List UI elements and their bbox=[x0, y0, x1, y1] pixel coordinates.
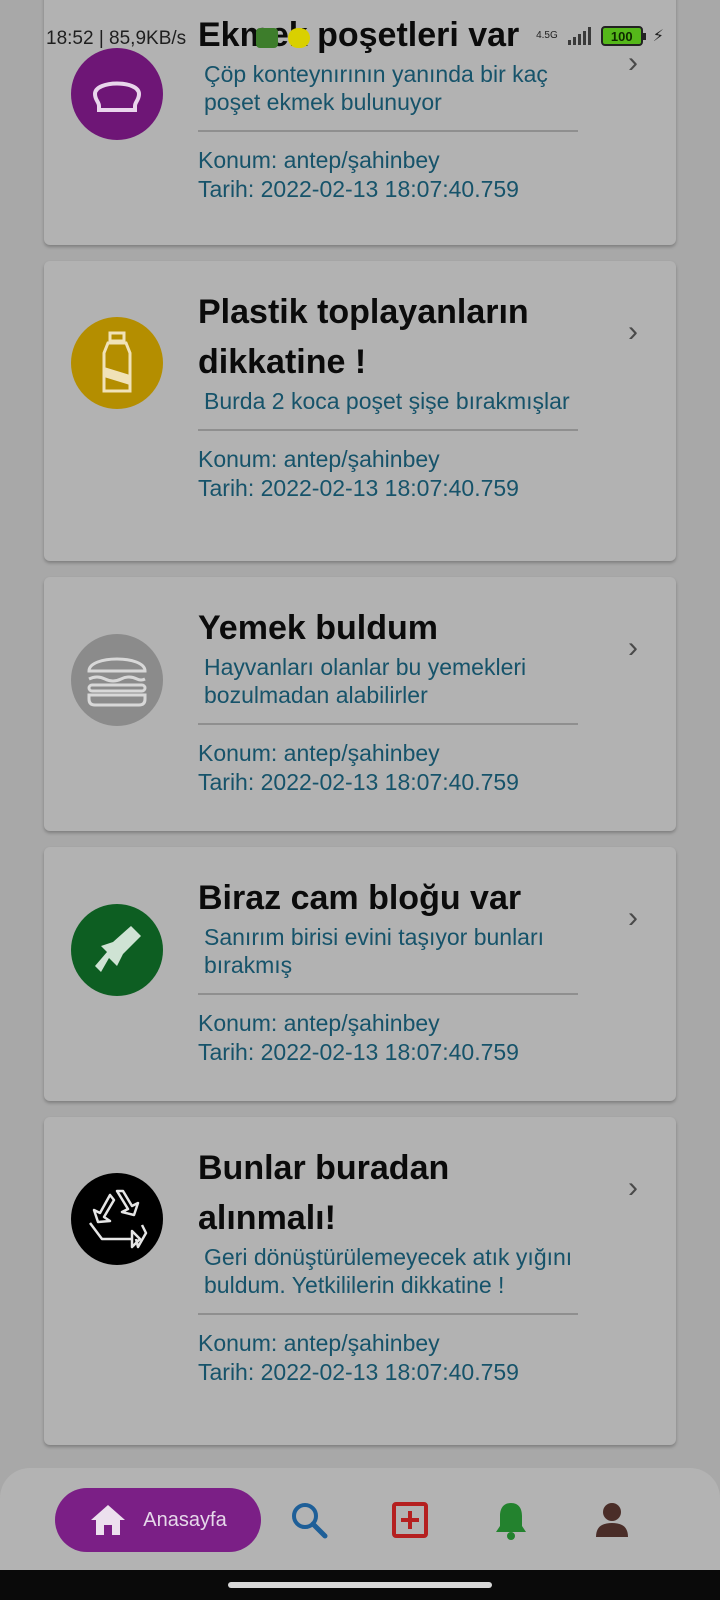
chevron-right-icon[interactable]: › bbox=[628, 631, 638, 665]
nav-profile-button[interactable] bbox=[587, 1495, 637, 1545]
post-date: Tarih: 2022-02-13 18:07:40.759 bbox=[198, 475, 519, 501]
divider bbox=[198, 429, 578, 431]
post-location: Konum: antep/şahinbey bbox=[198, 1330, 440, 1356]
post-description: Hayvanları olanlar bu yemekleri bozulmad… bbox=[204, 654, 527, 708]
plastic-bottle-icon bbox=[71, 317, 163, 409]
post-card[interactable]: Biraz cam bloğu var Sanırım birisi evini… bbox=[44, 847, 676, 1101]
search-icon bbox=[292, 1503, 328, 1539]
post-date: Tarih: 2022-02-13 18:07:40.759 bbox=[198, 769, 519, 795]
post-date: Tarih: 2022-02-13 18:07:40.759 bbox=[198, 1359, 519, 1385]
post-description: Sanırım birisi evini taşıyor bunları bır… bbox=[204, 924, 545, 978]
post-card[interactable]: Plastik toplayanların dikkatine ! Burda … bbox=[44, 261, 676, 561]
post-date: Tarih: 2022-02-13 18:07:40.759 bbox=[198, 176, 519, 202]
post-description: Geri dönüştürülemeyecek atık yığını buld… bbox=[204, 1244, 573, 1298]
bread-icon bbox=[71, 48, 163, 140]
post-card[interactable]: Bunlar buradan alınmalı! Geri dönüştürül… bbox=[44, 1117, 676, 1445]
post-description: Burda 2 koca poşet şişe bırakmışlar bbox=[204, 388, 570, 414]
post-feed[interactable]: Ekmek poşetleri var Çöp konteynırının ya… bbox=[0, 0, 720, 1460]
post-card[interactable]: Yemek buldum Hayvanları olanlar bu yemek… bbox=[44, 577, 676, 831]
profile-icon bbox=[596, 1503, 628, 1537]
home-indicator[interactable] bbox=[228, 1582, 492, 1588]
chevron-right-icon[interactable]: › bbox=[628, 901, 638, 935]
divider bbox=[198, 130, 578, 132]
post-date: Tarih: 2022-02-13 18:07:40.759 bbox=[198, 1039, 519, 1065]
divider bbox=[198, 993, 578, 995]
nav-notifications-button[interactable] bbox=[486, 1495, 536, 1545]
post-card[interactable]: Ekmek poşetleri var Çöp konteynırının ya… bbox=[44, 0, 676, 245]
bottom-navigation: Anasayfa bbox=[0, 1468, 720, 1570]
chevron-right-icon[interactable]: › bbox=[628, 1171, 638, 1205]
notifications-icon bbox=[496, 1503, 526, 1540]
add-icon bbox=[392, 1502, 428, 1538]
post-description: Çöp konteynırının yanında bir kaç poşet … bbox=[204, 61, 548, 115]
chevron-right-icon[interactable]: › bbox=[628, 315, 638, 349]
post-title: Yemek buldum bbox=[198, 609, 438, 647]
post-title: Bunlar buradan alınmalı! bbox=[198, 1149, 450, 1237]
post-title: Biraz cam bloğu var bbox=[198, 879, 522, 917]
system-gesture-bar bbox=[0, 1570, 720, 1600]
post-title: Ekmek poşetleri var bbox=[198, 16, 520, 54]
post-location: Konum: antep/şahinbey bbox=[198, 446, 440, 472]
divider bbox=[198, 1313, 578, 1315]
nav-add-button[interactable] bbox=[385, 1495, 435, 1545]
post-title: Plastik toplayanların dikkatine ! bbox=[198, 293, 529, 381]
burger-icon bbox=[71, 634, 163, 726]
post-location: Konum: antep/şahinbey bbox=[198, 147, 440, 173]
home-icon bbox=[91, 1505, 126, 1535]
nav-home-label: Anasayfa bbox=[143, 1508, 227, 1531]
nav-home-button[interactable]: Anasayfa bbox=[55, 1488, 261, 1552]
divider bbox=[198, 723, 578, 725]
post-location: Konum: antep/şahinbey bbox=[198, 1010, 440, 1036]
post-location: Konum: antep/şahinbey bbox=[198, 740, 440, 766]
chevron-right-icon[interactable]: › bbox=[628, 46, 638, 80]
recycle-icon bbox=[71, 1173, 163, 1265]
broken-glass-icon bbox=[71, 904, 163, 996]
nav-search-button[interactable] bbox=[284, 1495, 334, 1545]
